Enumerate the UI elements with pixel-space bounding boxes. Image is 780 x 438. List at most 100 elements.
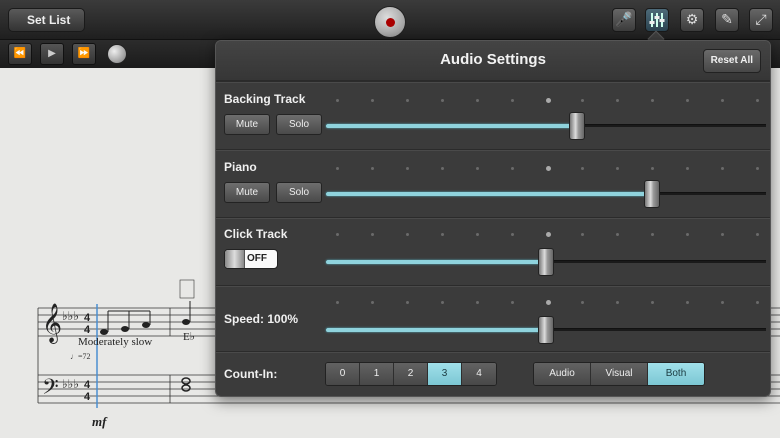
metronome-marking: ♩=72 (70, 352, 91, 361)
scale-dot (406, 99, 409, 102)
slider-thumb[interactable] (644, 180, 660, 208)
mixer-icon[interactable] (645, 8, 669, 32)
scale-dot (686, 233, 689, 236)
scale-dot (581, 167, 584, 170)
record-button[interactable] (374, 6, 406, 38)
play-button[interactable]: ▶ (40, 43, 64, 65)
speed-slider[interactable] (326, 316, 766, 344)
slider-fill (326, 192, 652, 196)
microphone-icon[interactable]: 🎤 (612, 8, 636, 32)
scale-dot (686, 99, 689, 102)
svg-text:𝄞: 𝄞 (42, 303, 62, 344)
set-list-button[interactable]: Set List (8, 8, 86, 32)
scale-dot (546, 232, 551, 237)
count-in-mode-visual[interactable]: Visual (591, 363, 648, 385)
piano-mute-button[interactable]: Mute (224, 182, 270, 203)
count-in-mode-audio[interactable]: Audio (534, 363, 591, 385)
scale-dot (476, 301, 479, 304)
count-in-option-0[interactable]: 0 (326, 363, 360, 385)
click-track-toggle[interactable]: OFF (224, 249, 278, 269)
count-in-option-4[interactable]: 4 (462, 363, 496, 385)
panel-title: Audio Settings (440, 51, 546, 68)
backing-track-slider[interactable] (326, 112, 766, 140)
svg-text:4: 4 (84, 391, 91, 403)
fast-forward-button[interactable]: ⏩ (72, 43, 96, 65)
scale-dot (371, 167, 374, 170)
toggle-state: OFF (247, 253, 267, 264)
rewind-button[interactable]: ⏪ (8, 43, 32, 65)
scale-dot (651, 99, 654, 102)
count-in-selector[interactable]: 01234 (325, 362, 497, 386)
scale-dots (328, 232, 768, 238)
piano-solo-button[interactable]: Solo (276, 182, 322, 203)
speed-label: Speed: 100% (224, 312, 299, 326)
scale-dot (616, 233, 619, 236)
scale-dot (336, 233, 339, 236)
backing-track-mute-button[interactable]: Mute (224, 114, 270, 135)
dynamic-marking: mf (92, 414, 107, 429)
svg-text:♭♭♭: ♭♭♭ (62, 377, 79, 391)
scale-dot (371, 233, 374, 236)
count-in-label: Count-In: (224, 367, 278, 381)
scale-dot (546, 166, 551, 171)
audio-settings-panel: Audio Settings Reset All Backing Track M… (215, 40, 771, 397)
scale-dot (651, 233, 654, 236)
piano-section: Piano Mute Solo (216, 149, 770, 217)
slider-thumb[interactable] (569, 112, 585, 140)
scale-dot (686, 167, 689, 170)
count-in-mode-selector[interactable]: Audio Visual Both (533, 362, 705, 386)
scale-dot (441, 99, 444, 102)
slider-thumb[interactable] (538, 316, 554, 344)
svg-text:4: 4 (84, 379, 91, 391)
speed-section: Speed: 100% (216, 285, 770, 351)
scale-dot (616, 301, 619, 304)
gear-icon[interactable]: ⚙ (680, 8, 704, 32)
volume-knob[interactable] (107, 44, 127, 64)
scale-dot (441, 301, 444, 304)
svg-text:4: 4 (84, 312, 91, 324)
backing-track-solo-button[interactable]: Solo (276, 114, 322, 135)
scale-dot (441, 233, 444, 236)
scale-dot (546, 300, 551, 305)
scale-dot (756, 301, 759, 304)
scale-dot (721, 99, 724, 102)
scale-dot (616, 99, 619, 102)
scale-dot (476, 167, 479, 170)
expand-icon[interactable]: ⤢ (749, 8, 773, 32)
scale-dot (476, 99, 479, 102)
panel-header: Audio Settings Reset All (216, 41, 770, 81)
scale-dot (336, 99, 339, 102)
count-in-option-2[interactable]: 2 (394, 363, 428, 385)
scale-dot (581, 301, 584, 304)
scale-dot (686, 301, 689, 304)
scale-dot (511, 233, 514, 236)
piano-slider[interactable] (326, 180, 766, 208)
slider-fill (326, 328, 546, 332)
click-track-slider[interactable] (326, 248, 766, 276)
count-in-option-1[interactable]: 1 (360, 363, 394, 385)
scale-dots (328, 98, 768, 104)
scale-dot (336, 167, 339, 170)
count-in-option-3[interactable]: 3 (428, 363, 462, 385)
scale-dot (406, 167, 409, 170)
scale-dot (756, 233, 759, 236)
tempo-marking: Moderately slow (78, 336, 153, 348)
backing-track-label: Backing Track (224, 92, 306, 106)
scale-dot (721, 233, 724, 236)
slider-thumb[interactable] (538, 248, 554, 276)
reset-all-button[interactable]: Reset All (702, 49, 761, 73)
count-in-section: Count-In: 01234 Audio Visual Both (216, 351, 770, 396)
top-toolbar: Set List 🎤 ⚙ ✎ ⤢ (0, 0, 780, 40)
scale-dots (328, 166, 768, 172)
click-track-section: Click Track OFF (216, 217, 770, 285)
scale-dot (721, 167, 724, 170)
chord-symbol: E♭ (183, 331, 195, 343)
piano-label: Piano (224, 160, 257, 174)
scale-dot (441, 167, 444, 170)
slider-fill (326, 260, 546, 264)
scale-dot (581, 233, 584, 236)
count-in-mode-both[interactable]: Both (648, 363, 704, 385)
pencil-icon[interactable]: ✎ (715, 8, 739, 32)
scale-dot (511, 167, 514, 170)
scale-dot (581, 99, 584, 102)
